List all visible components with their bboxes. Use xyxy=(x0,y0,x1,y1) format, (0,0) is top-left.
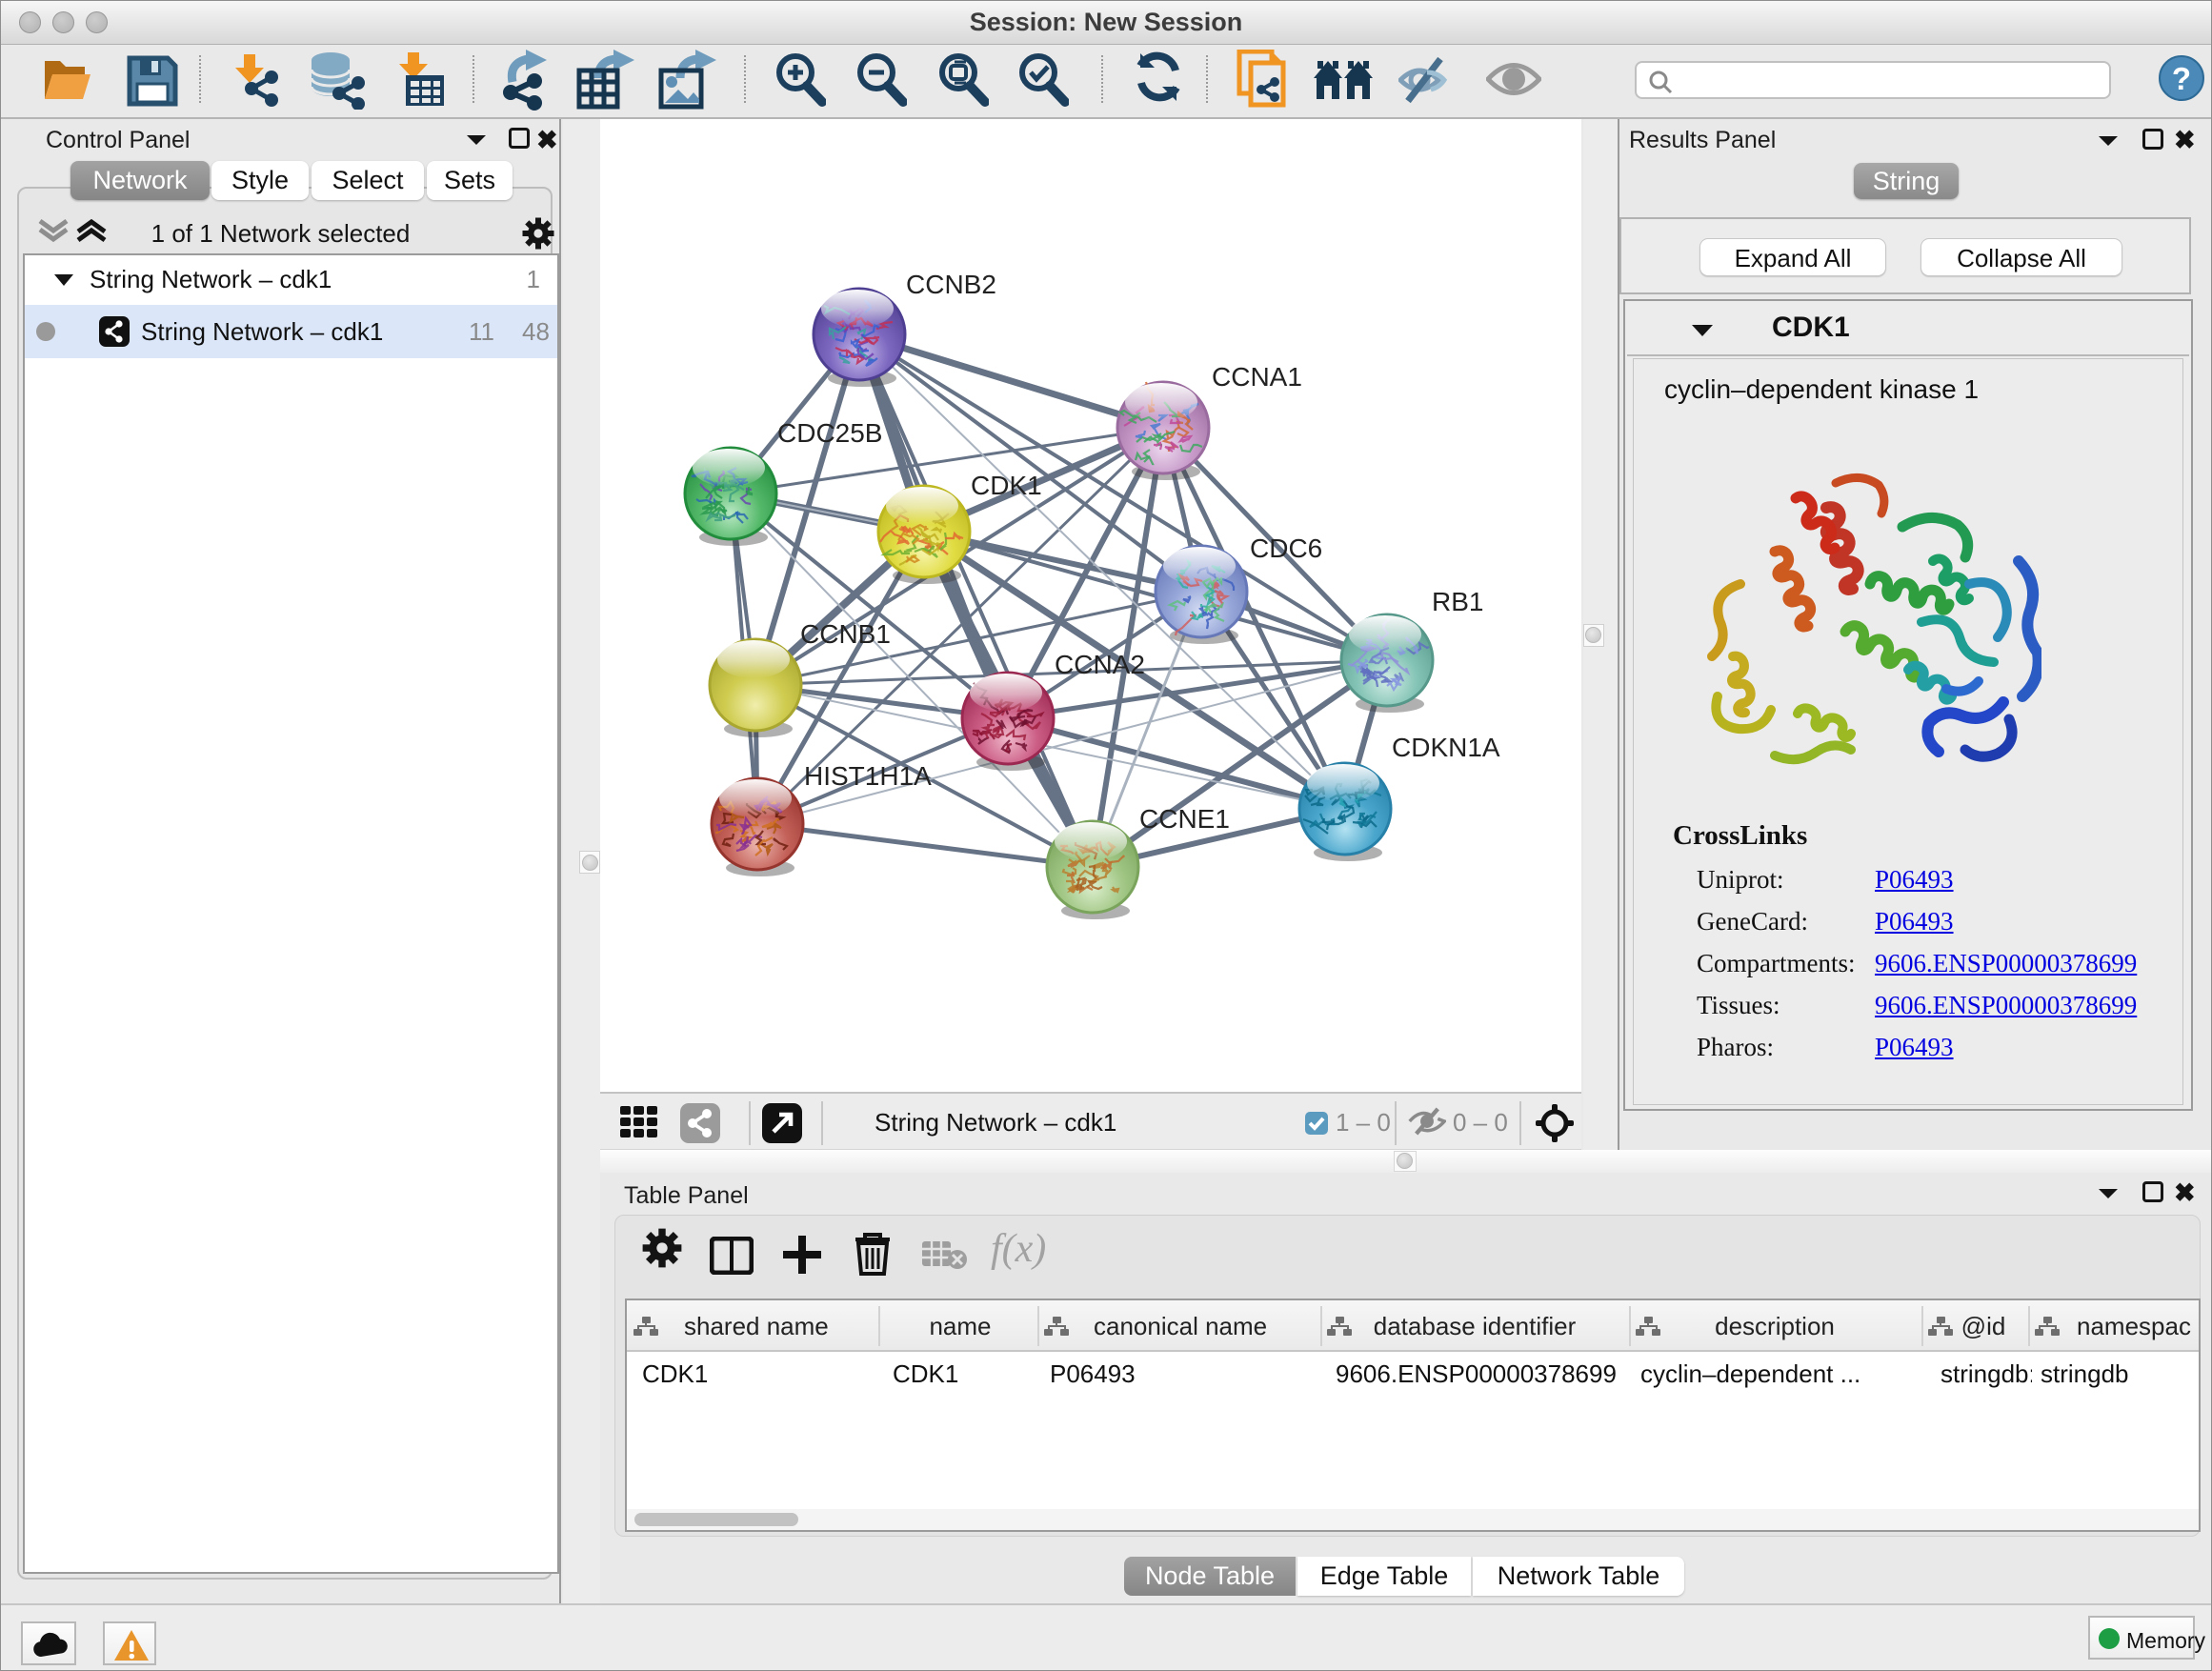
svg-text:CDC25B: CDC25B xyxy=(777,418,882,448)
svg-text:CDKN1A: CDKN1A xyxy=(1392,733,1500,762)
svg-text:HIST1H1A: HIST1H1A xyxy=(804,761,932,791)
svg-text:CDC6: CDC6 xyxy=(1250,534,1322,563)
svg-text:CDK1: CDK1 xyxy=(971,471,1042,500)
svg-text:CCNB1: CCNB1 xyxy=(800,619,891,649)
svg-text:RB1: RB1 xyxy=(1432,587,1483,616)
svg-text:CCNA1: CCNA1 xyxy=(1212,362,1302,392)
svg-text:CCNB2: CCNB2 xyxy=(906,270,996,299)
svg-text:CCNE1: CCNE1 xyxy=(1139,804,1230,834)
svg-text:CCNA2: CCNA2 xyxy=(1055,650,1145,679)
